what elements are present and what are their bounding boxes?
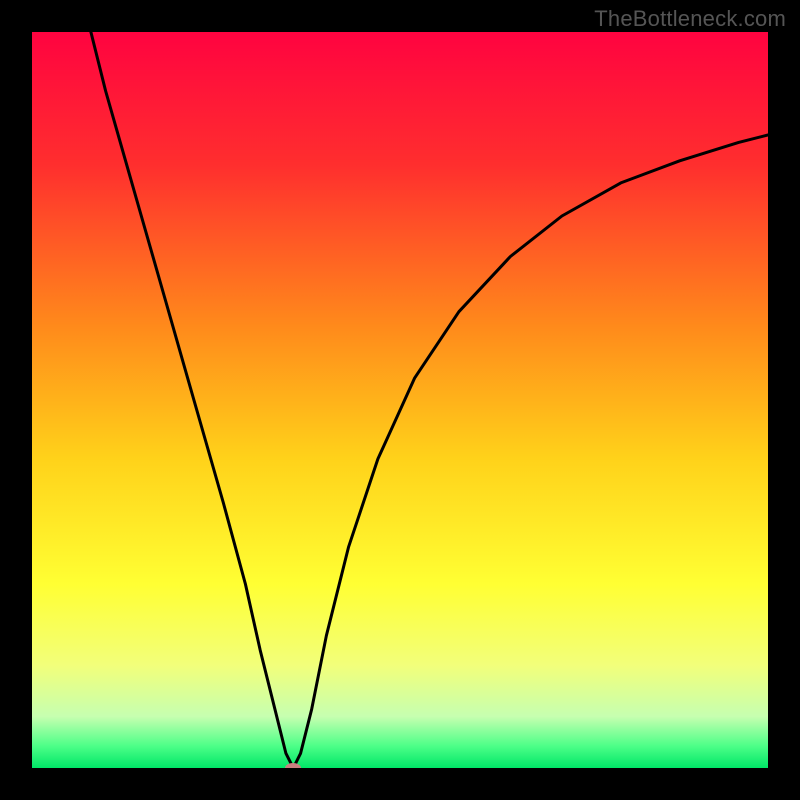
watermark-text: TheBottleneck.com xyxy=(594,6,786,32)
plot-area xyxy=(32,32,768,768)
bottleneck-curve xyxy=(32,32,768,768)
minimum-marker xyxy=(285,763,301,768)
chart-frame: TheBottleneck.com xyxy=(0,0,800,800)
